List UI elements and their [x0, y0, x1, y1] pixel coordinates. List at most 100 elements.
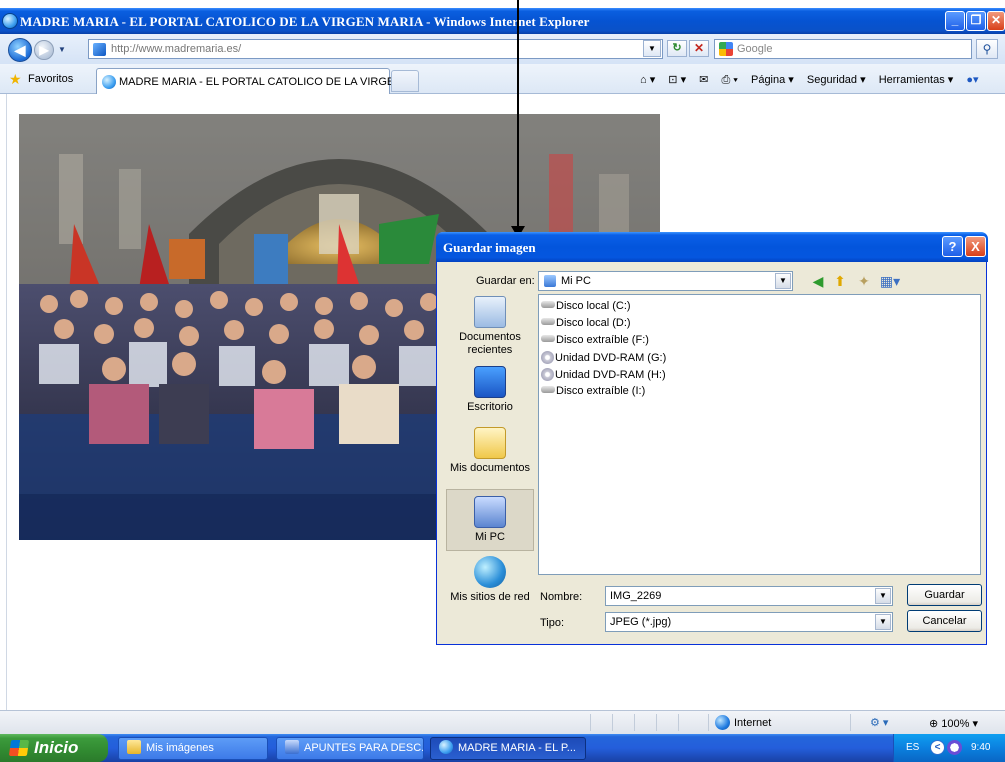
list-item-label: Disco local (D:)	[556, 317, 631, 329]
favorites-button[interactable]: Favoritos	[28, 73, 73, 85]
recent-documents-icon	[474, 296, 506, 328]
dvd-drive-icon	[541, 351, 554, 364]
browser-tab[interactable]: MADRE MARIA - EL PORTAL CATOLICO DE LA V…	[96, 68, 403, 94]
refresh-button[interactable]: ↻	[667, 40, 687, 57]
status-divider	[708, 714, 709, 731]
dialog-titlebar[interactable]: Guardar imagen ? X	[436, 232, 988, 262]
minimize-button[interactable]: _	[945, 11, 965, 31]
my-documents-folder-icon	[474, 427, 506, 459]
tab-title: MADRE MARIA - EL PORTAL CATOLICO DE LA V…	[119, 76, 404, 88]
type-label: Tipo:	[540, 617, 565, 629]
tools-menu-label: Herramientas	[878, 74, 945, 86]
place-my-documents[interactable]: Mis documentos	[446, 427, 534, 475]
ie-icon	[439, 740, 453, 754]
page-menu[interactable]: Página ▾	[751, 74, 794, 86]
hard-drive-icon	[541, 301, 555, 308]
address-url[interactable]: http://www.madremaria.es/	[111, 43, 241, 55]
address-dropdown-icon[interactable]: ▼	[643, 40, 661, 57]
search-box[interactable]: Google	[714, 39, 972, 59]
chevron-down-icon[interactable]: ▼	[875, 588, 891, 604]
feeds-icon[interactable]: ⊡ ▾	[668, 74, 686, 86]
address-bar[interactable]: http://www.madremaria.es/	[88, 39, 663, 59]
security-menu[interactable]: Seguridad ▾	[807, 74, 866, 86]
chevron-down-icon[interactable]: ▼	[775, 273, 791, 289]
file-list[interactable]: Disco local (C:) Disco local (D:) Disco …	[538, 294, 981, 575]
taskbar-item-ie[interactable]: MADRE MARIA - EL P...	[430, 737, 586, 760]
history-dropdown-icon[interactable]: ▼	[58, 45, 66, 54]
new-tab-button[interactable]	[391, 70, 419, 92]
save-image-dialog: Guardar imagen ? X Guardar en: Mi PC ▼ ◀…	[436, 232, 988, 645]
dialog-title: Guardar imagen	[443, 240, 536, 255]
place-network[interactable]: Mis sitios de red	[446, 556, 534, 604]
tools-menu[interactable]: Herramientas ▾	[879, 74, 954, 86]
language-indicator[interactable]: ES	[906, 742, 919, 753]
list-item-drive-g[interactable]: Unidad DVD-RAM (G:)	[541, 351, 666, 364]
stop-button[interactable]: ✕	[689, 40, 709, 57]
protected-mode-icon[interactable]: ⚙ ▾	[870, 716, 888, 729]
save-in-label: Guardar en:	[476, 275, 535, 287]
start-button[interactable]: Inicio	[0, 734, 108, 762]
view-menu-icon[interactable]: ▦▾	[877, 272, 903, 290]
status-bar: Internet ⚙ ▾ ⊕ 100% ▾	[0, 710, 1005, 734]
print-icon[interactable]: ⎙ ▾	[721, 74, 737, 86]
list-item-drive-d[interactable]: Disco local (D:)	[541, 317, 631, 329]
favorites-star-icon[interactable]: ★	[9, 71, 22, 88]
maximize-button[interactable]: ❐	[966, 11, 986, 31]
security-zone-label[interactable]: Internet	[734, 717, 771, 729]
back-arrow-icon[interactable]: ◀	[809, 272, 827, 290]
place-my-computer-label: Mi PC	[475, 531, 505, 543]
forward-button[interactable]: ▶	[34, 40, 54, 60]
save-button[interactable]: Guardar	[907, 584, 982, 606]
dvd-drive-icon	[541, 368, 554, 381]
list-item-drive-i[interactable]: Disco extraíble (I:)	[541, 385, 645, 397]
internet-zone-icon	[715, 715, 730, 730]
up-folder-icon[interactable]: ⬆	[831, 272, 849, 290]
screen: MADRE MARIA - EL PORTAL CATOLICO DE LA V…	[0, 0, 1005, 762]
tray-app-icon[interactable]	[947, 740, 962, 755]
list-item-drive-f[interactable]: Disco extraíble (F:)	[541, 334, 649, 346]
taskbar-item-apuntes[interactable]: APUNTES PARA DESC...	[276, 737, 424, 760]
window-titlebar[interactable]: MADRE MARIA - EL PORTAL CATOLICO DE LA V…	[0, 8, 1005, 34]
list-item-drive-h[interactable]: Unidad DVD-RAM (H:)	[541, 368, 666, 381]
save-in-dropdown[interactable]: Mi PC ▼	[538, 271, 793, 291]
filename-value[interactable]: IMG_2269	[610, 590, 661, 602]
help-icon[interactable]: ●▾	[966, 74, 978, 86]
search-icon[interactable]: ⚲	[976, 39, 998, 59]
desktop-icon	[474, 366, 506, 398]
list-item-drive-c[interactable]: Disco local (C:)	[541, 300, 631, 312]
mail-icon[interactable]: ✉	[699, 74, 708, 86]
zoom-level[interactable]: ⊕ 100% ▾	[929, 717, 978, 730]
filename-field[interactable]: IMG_2269 ▼	[605, 586, 893, 606]
dialog-close-button[interactable]: X	[965, 236, 986, 257]
back-button[interactable]: ◀	[8, 38, 32, 62]
place-desktop[interactable]: Escritorio	[446, 366, 534, 414]
list-item-label: Disco extraíble (I:)	[556, 385, 646, 397]
dialog-help-button[interactable]: ?	[942, 236, 963, 257]
place-recent-documents[interactable]: Documentos recientes	[446, 296, 534, 357]
home-icon[interactable]: ⌂ ▾	[640, 74, 655, 86]
status-divider	[612, 714, 613, 731]
task-label: MADRE MARIA - EL P...	[458, 742, 576, 754]
chevron-down-icon[interactable]: ▼	[875, 614, 891, 630]
removable-drive-icon	[541, 386, 555, 393]
favorites-bar: ★ Favoritos MADRE MARIA - EL PORTAL CATO…	[0, 64, 1005, 94]
hard-drive-icon	[541, 318, 555, 325]
page-frame	[0, 94, 7, 710]
cancel-button[interactable]: Cancelar	[907, 610, 982, 632]
list-item-label: Unidad DVD-RAM (G:)	[555, 352, 667, 364]
place-my-computer[interactable]: Mi PC	[446, 489, 534, 551]
tray-expand-icon[interactable]: <	[930, 740, 945, 755]
file-type-dropdown[interactable]: JPEG (*.jpg) ▼	[605, 612, 893, 632]
taskbar-item-mis-imagenes[interactable]: Mis imágenes	[118, 737, 268, 760]
new-folder-icon[interactable]: ✦	[855, 272, 873, 290]
security-menu-label: Seguridad	[806, 74, 858, 86]
status-divider	[850, 714, 851, 731]
network-globe-icon	[474, 556, 506, 588]
taskbar: Inicio Mis imágenes APUNTES PARA DESC...…	[0, 734, 1005, 762]
window-close-button[interactable]: ✕	[987, 11, 1005, 31]
save-in-value: Mi PC	[561, 275, 591, 287]
place-network-label: Mis sitios de red	[450, 591, 530, 603]
clock[interactable]: 9:40	[971, 742, 990, 753]
place-desktop-label: Escritorio	[467, 401, 513, 413]
windows-logo-icon	[8, 740, 30, 756]
